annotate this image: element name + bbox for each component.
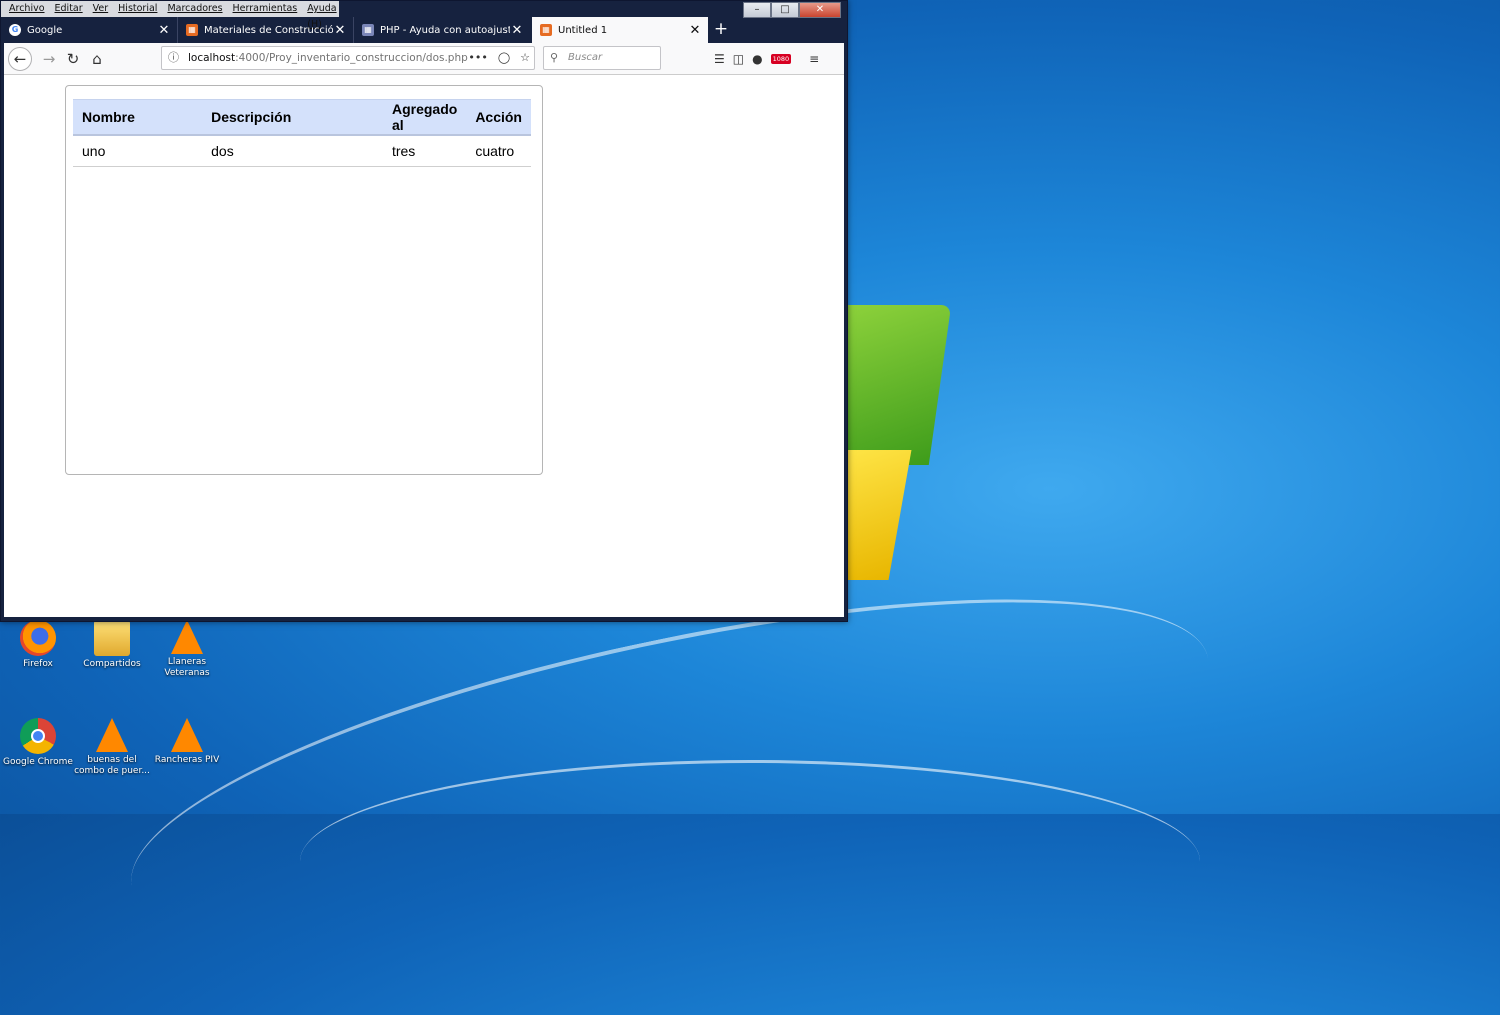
desktop-icon-label: Rancheras PIV: [154, 755, 220, 765]
reload-button[interactable]: ↻: [61, 47, 85, 71]
menu-archivo[interactable]: Archivo: [9, 1, 45, 17]
hamburger-menu-icon[interactable]: ≡: [809, 47, 819, 71]
url-host: localhost: [188, 52, 236, 64]
table-cell: dos: [202, 135, 383, 167]
menu-ayuda[interactable]: Ayuda (H): [307, 1, 339, 30]
desktop-icon-llaneras[interactable]: Llaneras Veteranas: [149, 620, 225, 679]
desktop-icon-label: Firefox: [23, 659, 53, 669]
page-icon: ▦: [540, 24, 552, 36]
tab-title: Untitled 1: [558, 24, 608, 36]
menu-marcadores[interactable]: Marcadores: [167, 1, 222, 17]
pocket-icon[interactable]: ◯: [498, 47, 510, 69]
menu-herramientas[interactable]: Herramientas: [233, 1, 298, 17]
table-cell: tres: [382, 135, 467, 167]
vlc-icon: [96, 718, 128, 752]
column-header-agregado: Agregado al: [382, 99, 467, 136]
info-icon[interactable]: ⓘ: [168, 47, 179, 69]
tab-materiales[interactable]: ▦ Materiales de Construcción ✕: [178, 17, 354, 43]
table-header-row: Nombre Descripción Agregado al Acción: [73, 99, 531, 136]
home-button[interactable]: ⌂: [85, 47, 109, 71]
table-cell: cuatro: [466, 135, 531, 167]
maximize-button[interactable]: □: [771, 2, 799, 18]
close-tab-icon[interactable]: ✕: [688, 23, 702, 38]
tab-google[interactable]: G Google ✕: [1, 17, 178, 43]
desktop-icon-label: Llaneras Veteranas: [164, 657, 210, 678]
vlc-icon: [171, 718, 203, 752]
search-placeholder: Buscar: [568, 52, 603, 63]
desktop-icon-chrome[interactable]: Google Chrome: [0, 718, 76, 768]
tab-title: PHP - Ayuda con autoajustar n: [380, 24, 510, 36]
close-tab-icon[interactable]: ✕: [510, 23, 524, 38]
column-header-descripcion: Descripción: [202, 99, 383, 136]
search-icon: ⚲: [550, 51, 559, 64]
menu-historial[interactable]: Historial: [118, 1, 157, 17]
url-bar[interactable]: ⓘ localhost:4000/Proy_inventario_constru…: [161, 46, 535, 70]
close-tab-icon[interactable]: ✕: [157, 23, 171, 38]
desktop-icon-rancheras[interactable]: Rancheras PIV: [149, 718, 225, 766]
url-text: localhost:4000/Proy_inventario_construcc…: [188, 47, 468, 69]
toolbar-right: ☰ ◫ ● 1080 ≡: [714, 47, 819, 71]
table-row: uno dos tres cuatro: [73, 135, 531, 167]
vlc-icon: [171, 620, 203, 654]
inventory-table: Nombre Descripción Agregado al Acción un…: [73, 99, 531, 167]
browser-window: Archivo Editar Ver Historial Marcadores …: [0, 0, 848, 622]
desktop-icon-label: Google Chrome: [3, 757, 73, 767]
firefox-icon: [20, 620, 56, 656]
folder-icon: [94, 620, 130, 656]
bookmark-star-icon[interactable]: ☆: [520, 47, 530, 69]
back-button[interactable]: ←: [8, 47, 32, 71]
menu-bar: Archivo Editar Ver Historial Marcadores …: [1, 1, 339, 30]
menu-ver[interactable]: Ver: [93, 1, 109, 17]
page-viewport: Nombre Descripción Agregado al Acción un…: [4, 75, 844, 617]
tab-strip: G Google ✕ ▦ Materiales de Construcción …: [1, 17, 847, 43]
forward-button[interactable]: →: [37, 47, 61, 71]
window-controls: – □ ✕: [743, 2, 841, 18]
table-panel: Nombre Descripción Agregado al Acción un…: [65, 85, 543, 475]
desktop-icon-label: Compartidos: [83, 659, 141, 669]
close-window-button[interactable]: ✕: [799, 2, 841, 18]
column-header-accion: Acción: [466, 99, 531, 136]
tab-title: Google: [27, 24, 63, 36]
extension-icon[interactable]: ●: [752, 47, 762, 71]
url-path: :4000/Proy_inventario_construccion/dos.p…: [235, 52, 468, 64]
library-icon[interactable]: ☰: [714, 47, 725, 71]
page-actions-icon[interactable]: •••: [468, 47, 487, 69]
extension-badge[interactable]: 1080: [770, 54, 792, 64]
google-icon: G: [9, 24, 21, 36]
navigation-toolbar: ← → ↻ ⌂ ⓘ localhost:4000/Proy_inventario…: [4, 43, 844, 75]
column-header-nombre: Nombre: [73, 99, 203, 136]
table-cell: uno: [73, 135, 203, 167]
minimize-button[interactable]: –: [743, 2, 771, 18]
sidebar-icon[interactable]: ◫: [733, 47, 744, 71]
url-actions: ••• ◯ ☆: [468, 47, 530, 69]
wallpaper-swoosh: [300, 760, 1200, 963]
new-tab-button[interactable]: +: [711, 17, 731, 43]
close-tab-icon[interactable]: ✕: [333, 23, 347, 38]
desktop-icon-compartidos[interactable]: Compartidos: [74, 620, 150, 670]
menu-editar[interactable]: Editar: [55, 1, 83, 17]
desktop-icon-buenas[interactable]: buenas del combo de puer...: [74, 718, 150, 777]
tab-title: Materiales de Construcción: [204, 24, 333, 36]
tab-php[interactable]: ▦ PHP - Ayuda con autoajustar n ✕: [354, 17, 530, 43]
tab-untitled[interactable]: ▦ Untitled 1 ✕: [532, 17, 708, 43]
page-icon: ▦: [186, 24, 198, 36]
chrome-icon: [20, 718, 56, 754]
desktop-icon-label: buenas del combo de puer...: [74, 755, 150, 776]
search-input[interactable]: ⚲ Buscar: [543, 46, 661, 70]
page-icon: ▦: [362, 24, 374, 36]
desktop-icon-firefox[interactable]: Firefox: [0, 620, 76, 670]
